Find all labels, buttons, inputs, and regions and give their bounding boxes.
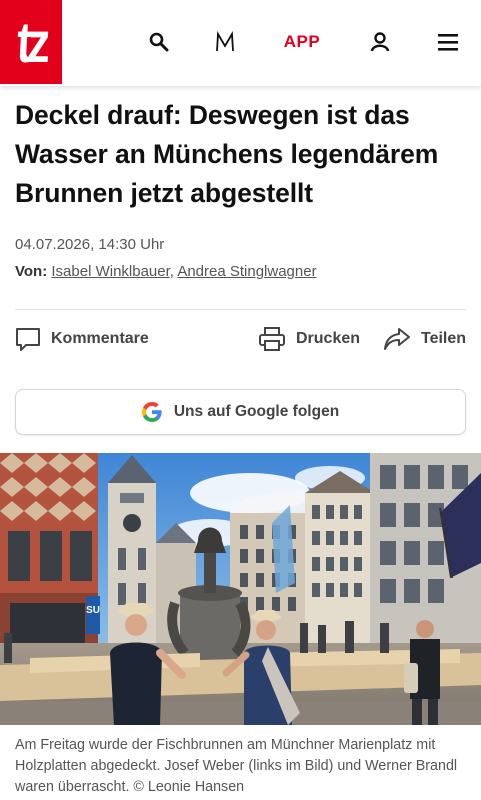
subway-sign: SU: [86, 605, 100, 616]
share-button[interactable]: Teilen: [383, 326, 466, 352]
search-icon[interactable]: [146, 28, 172, 56]
google-icon: [141, 402, 162, 422]
comments-button[interactable]: Kommentare: [15, 326, 149, 352]
article-actions: Kommentare Drucken Teilen: [15, 320, 466, 360]
menu-icon[interactable]: [434, 28, 462, 56]
app-link[interactable]: APP: [278, 28, 326, 56]
article-headline: Deckel drauf: Deswegen ist das Wasser an…: [15, 100, 439, 208]
author-link-2[interactable]: Andrea Stinglwagner: [177, 263, 316, 280]
comments-label: Kommentare: [51, 330, 149, 347]
author-link-1[interactable]: Isabel Winklbauer: [51, 263, 169, 280]
print-button[interactable]: Drucken: [258, 326, 360, 352]
google-follow-button[interactable]: Uns auf Google folgen: [15, 389, 466, 435]
divider-top: [15, 309, 466, 310]
google-follow-label: Uns auf Google folgen: [173, 403, 340, 420]
publish-date: 04.07.2026, 14:30 Uhr: [15, 236, 165, 253]
user-icon[interactable]: [367, 28, 393, 56]
m-icon[interactable]: [212, 28, 238, 56]
print-label: Drucken: [296, 330, 361, 347]
article-photo[interactable]: SU: [0, 453, 481, 725]
printer-icon: [259, 327, 285, 351]
share-label: Teilen: [421, 330, 467, 347]
byline-prefix: Von:: [15, 263, 48, 280]
share-icon: [384, 328, 410, 350]
byline: Von: Isabel Winklbauer, Andrea Stinglwag…: [15, 263, 317, 280]
photo-caption: Am Freitag wurde der Fischbrunnen am Mün…: [15, 737, 458, 795]
site-header: tz APP: [0, 0, 481, 86]
tz-logo[interactable]: tz: [0, 0, 62, 84]
comment-icon: [16, 328, 40, 351]
author-separator: ,: [169, 263, 174, 280]
logo-text: tz: [15, 9, 47, 75]
